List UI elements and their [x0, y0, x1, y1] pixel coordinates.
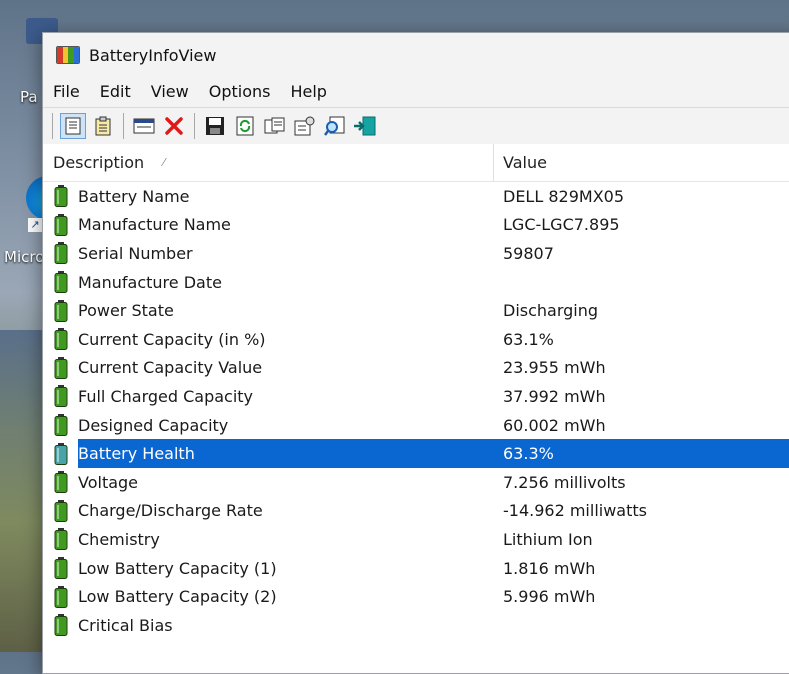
table-row[interactable]: Current Capacity (in %) 63.1% — [43, 325, 789, 354]
row-value: -14.962 milliwatts — [503, 501, 647, 521]
toolbar-separator — [194, 113, 195, 139]
save-icon[interactable] — [202, 113, 228, 139]
row-description: Serial Number — [78, 243, 193, 263]
battery-icon — [54, 471, 68, 494]
row-description: Low Battery Capacity (1) — [78, 558, 277, 578]
table-row[interactable]: Battery Health 63.3% — [43, 439, 789, 468]
table-row[interactable]: Designed Capacity 60.002 mWh — [43, 411, 789, 440]
column-header-description-label: Description — [53, 153, 145, 172]
row-description: Current Capacity (in %) — [78, 329, 266, 349]
options-icon[interactable] — [292, 113, 318, 139]
menu-file[interactable]: File — [43, 77, 90, 107]
window-title: BatteryInfoView — [89, 45, 217, 65]
row-description: Chemistry — [78, 529, 160, 549]
desktop-shortcut-label[interactable]: Pa — [20, 88, 38, 106]
table-row[interactable]: Manufacture Date — [43, 268, 789, 297]
row-description: Designed Capacity — [78, 415, 229, 435]
row-description: Power State — [78, 301, 174, 321]
column-header-description[interactable]: Description ⁄ — [43, 144, 494, 181]
table-row[interactable]: Full Charged Capacity 37.992 mWh — [43, 382, 789, 411]
battery-icon — [54, 528, 68, 551]
table-row[interactable]: Voltage 7.256 millivolts — [43, 468, 789, 497]
row-description: Battery Health — [78, 439, 494, 468]
battery-icon — [54, 213, 68, 236]
edge-shortcut-label[interactable]: Micro — [4, 248, 44, 266]
battery-icon — [54, 499, 68, 522]
battery-icon — [54, 299, 68, 322]
row-value: 1.816 mWh — [503, 558, 596, 578]
row-description: Full Charged Capacity — [78, 386, 254, 406]
menu-view[interactable]: View — [141, 77, 199, 107]
battery-icon — [54, 557, 68, 580]
battery-icon — [54, 328, 68, 351]
exit-icon[interactable] — [352, 113, 378, 139]
row-value: DELL 829MX05 — [503, 186, 625, 206]
row-value: 59807 — [503, 243, 554, 263]
table-row[interactable]: Low Battery Capacity (1) 1.816 mWh — [43, 554, 789, 583]
row-description: Manufacture Name — [78, 215, 231, 235]
table-row[interactable]: Critical Bias — [43, 611, 789, 640]
table-row[interactable]: Charge/Discharge Rate -14.962 milliwatts — [43, 497, 789, 526]
sort-indicator-icon: ⁄ — [163, 156, 165, 169]
toolbar-separator — [123, 113, 124, 139]
battery-icon — [54, 614, 68, 637]
row-value: Discharging — [503, 301, 599, 321]
battery-icon — [54, 271, 68, 294]
row-value — [494, 611, 789, 640]
battery-icon — [54, 442, 68, 465]
table-row[interactable]: Manufacture Name LGC-LGC7.895 — [43, 211, 789, 240]
battery-icon — [54, 585, 68, 608]
battery-icon — [54, 242, 68, 265]
row-value: 5.996 mWh — [503, 587, 596, 607]
row-value: 7.256 millivolts — [503, 472, 626, 492]
find-icon[interactable] — [322, 113, 348, 139]
toolbar-separator — [52, 113, 53, 139]
row-value: 23.955 mWh — [503, 358, 606, 378]
list-rows: Battery Name DELL 829MX05 Manufacture Name… — [43, 182, 789, 640]
app-window: BatteryInfoView File Edit View Options H… — [42, 32, 789, 674]
table-row[interactable]: Low Battery Capacity (2) 5.996 mWh — [43, 582, 789, 611]
battery-icon — [54, 385, 68, 408]
row-description: Manufacture Date — [78, 272, 222, 292]
report-icon[interactable] — [90, 113, 116, 139]
delete-icon[interactable] — [161, 113, 187, 139]
menu-edit[interactable]: Edit — [90, 77, 141, 107]
row-value — [494, 268, 789, 297]
column-header-value[interactable]: Value — [494, 144, 789, 181]
row-description: Low Battery Capacity (2) — [78, 587, 277, 607]
row-value: 63.3% — [494, 439, 789, 468]
shortcut-arrow-icon: ↗ — [28, 218, 42, 232]
properties-icon[interactable] — [60, 113, 86, 139]
menu-options[interactable]: Options — [199, 77, 281, 107]
toolbar — [43, 107, 789, 145]
table-row[interactable]: Power State Discharging — [43, 296, 789, 325]
row-value: 63.1% — [503, 329, 554, 349]
copy-icon[interactable] — [262, 113, 288, 139]
table-row[interactable]: Current Capacity Value 23.955 mWh — [43, 354, 789, 383]
table-row[interactable]: Serial Number 59807 — [43, 239, 789, 268]
battery-icon — [54, 356, 68, 379]
menu-bar: File Edit View Options Help — [43, 77, 789, 107]
column-header-value-label: Value — [503, 153, 547, 172]
row-description: Critical Bias — [78, 615, 173, 635]
row-value: 37.992 mWh — [503, 386, 606, 406]
battery-info-list[interactable]: Description ⁄ Value Battery Name DELL 829… — [43, 144, 789, 673]
row-value: Lithium Ion — [503, 529, 593, 549]
battery-icon — [54, 185, 68, 208]
row-description: Voltage — [78, 472, 139, 492]
window-icon[interactable] — [131, 113, 157, 139]
list-header: Description ⁄ Value — [43, 144, 789, 182]
row-description: Battery Name — [78, 186, 190, 206]
row-value: 60.002 mWh — [503, 415, 606, 435]
title-bar[interactable]: BatteryInfoView — [43, 33, 789, 77]
battery-icon — [54, 414, 68, 437]
table-row[interactable]: Battery Name DELL 829MX05 — [43, 182, 789, 211]
row-description: Charge/Discharge Rate — [78, 501, 263, 521]
refresh-icon[interactable] — [232, 113, 258, 139]
row-description: Current Capacity Value — [78, 358, 263, 378]
table-row[interactable]: Chemistry Lithium Ion — [43, 525, 789, 554]
menu-help[interactable]: Help — [280, 77, 336, 107]
row-value: LGC-LGC7.895 — [503, 215, 620, 235]
app-icon — [56, 46, 80, 64]
